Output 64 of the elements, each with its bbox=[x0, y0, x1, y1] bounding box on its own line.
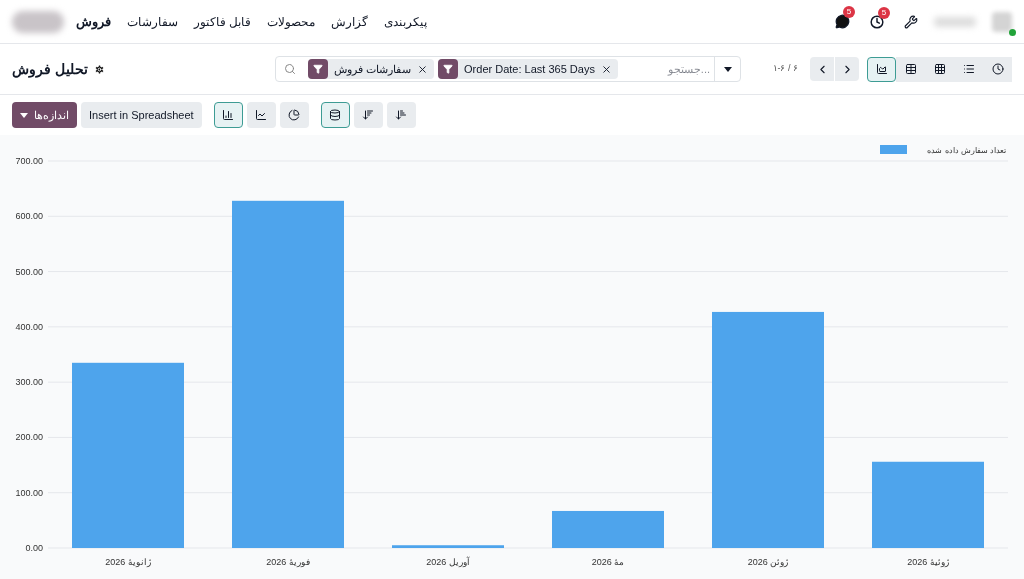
sort-icon bbox=[395, 109, 408, 121]
y-tick-label: 0.00 bbox=[25, 543, 43, 553]
chart-type-button[interactable] bbox=[213, 102, 243, 128]
view-switch-button[interactable] bbox=[867, 56, 896, 82]
y-tick-label: 100.00 bbox=[15, 487, 43, 498]
notification-badge: 5 bbox=[843, 6, 855, 18]
remove-icon[interactable] bbox=[417, 63, 429, 75]
caret-icon bbox=[723, 66, 732, 72]
area-chart-icon bbox=[875, 63, 888, 75]
notification-badge: 5 bbox=[878, 6, 890, 19]
facet-label: سفارشات فروش bbox=[333, 61, 413, 78]
menu-item[interactable]: محصولات bbox=[267, 12, 316, 31]
menu-item[interactable]: پیکربندی bbox=[384, 12, 428, 31]
pager-value[interactable]: ۱-۶ / ۶ bbox=[772, 62, 798, 76]
sort-button[interactable] bbox=[353, 102, 383, 128]
x-tick-label: مهٔ 2026 bbox=[591, 557, 625, 567]
chart-type-button[interactable] bbox=[246, 102, 276, 128]
chat-icon[interactable] bbox=[835, 14, 850, 29]
chart-legend: تعداد سفارش داده شده bbox=[880, 145, 1006, 155]
facet-label: Order Date: Last 365 Days bbox=[463, 61, 596, 77]
search-icon bbox=[284, 63, 296, 75]
x-tick-label: فوریهٔ 2026 bbox=[266, 557, 310, 567]
y-tick-label: 200.00 bbox=[15, 432, 43, 443]
sort-button[interactable] bbox=[386, 102, 416, 128]
filter-icon bbox=[443, 64, 454, 74]
remove-icon[interactable] bbox=[600, 63, 612, 75]
search-field[interactable]: ...جستجو bbox=[617, 60, 714, 78]
view-switch-button[interactable] bbox=[983, 56, 1012, 82]
measures-button[interactable]: اندازه‌ها bbox=[12, 102, 77, 128]
filter-icon bbox=[313, 64, 323, 74]
search-facet[interactable]: Order Date: Last 365 Days bbox=[438, 59, 618, 79]
line-chart-icon bbox=[255, 109, 268, 121]
y-tick-label: 500.00 bbox=[15, 266, 43, 277]
table-icon bbox=[933, 63, 946, 75]
search-facet[interactable]: سفارشات فروش bbox=[308, 59, 435, 79]
y-tick-label: 700.00 bbox=[15, 156, 43, 166]
previous-button[interactable] bbox=[810, 57, 834, 81]
menu-item[interactable]: سفارشات bbox=[127, 12, 178, 31]
table-icon bbox=[904, 63, 917, 75]
page-title: تحلیل فروش bbox=[12, 59, 88, 80]
app-name[interactable]: فروش bbox=[76, 11, 111, 32]
y-tick-label: 600.00 bbox=[15, 211, 43, 222]
settings-icon[interactable] bbox=[93, 63, 105, 75]
caret-icon bbox=[20, 112, 28, 118]
bar-chart-icon bbox=[222, 109, 235, 121]
stacked-toggle[interactable] bbox=[320, 102, 350, 128]
y-tick-label: 400.00 bbox=[15, 321, 43, 332]
view-switch-button[interactable] bbox=[896, 56, 925, 82]
menu-item[interactable]: گزارش bbox=[331, 12, 369, 31]
clock-icon bbox=[991, 63, 1004, 75]
next-button[interactable] bbox=[835, 57, 859, 81]
x-tick-label: ژوئن 2026 bbox=[747, 557, 789, 567]
stack-icon bbox=[329, 109, 342, 121]
insert-in-spreadsheet-button[interactable]: Insert in Spreadsheet bbox=[81, 102, 202, 128]
tools-icon[interactable] bbox=[904, 14, 918, 29]
y-tick-label: 300.00 bbox=[15, 377, 43, 388]
x-tick-label: آوریل 2026 bbox=[426, 557, 470, 567]
x-tick-label: ژوئیهٔ 2026 bbox=[907, 557, 949, 567]
sort-icon bbox=[362, 109, 375, 121]
activity-icon[interactable] bbox=[870, 14, 884, 29]
pie-chart-icon bbox=[288, 109, 301, 121]
menu-item[interactable]: قابل فاکتور bbox=[194, 12, 252, 31]
x-tick-label: ژانویهٔ 2026 bbox=[105, 557, 151, 567]
list-icon bbox=[962, 63, 975, 75]
